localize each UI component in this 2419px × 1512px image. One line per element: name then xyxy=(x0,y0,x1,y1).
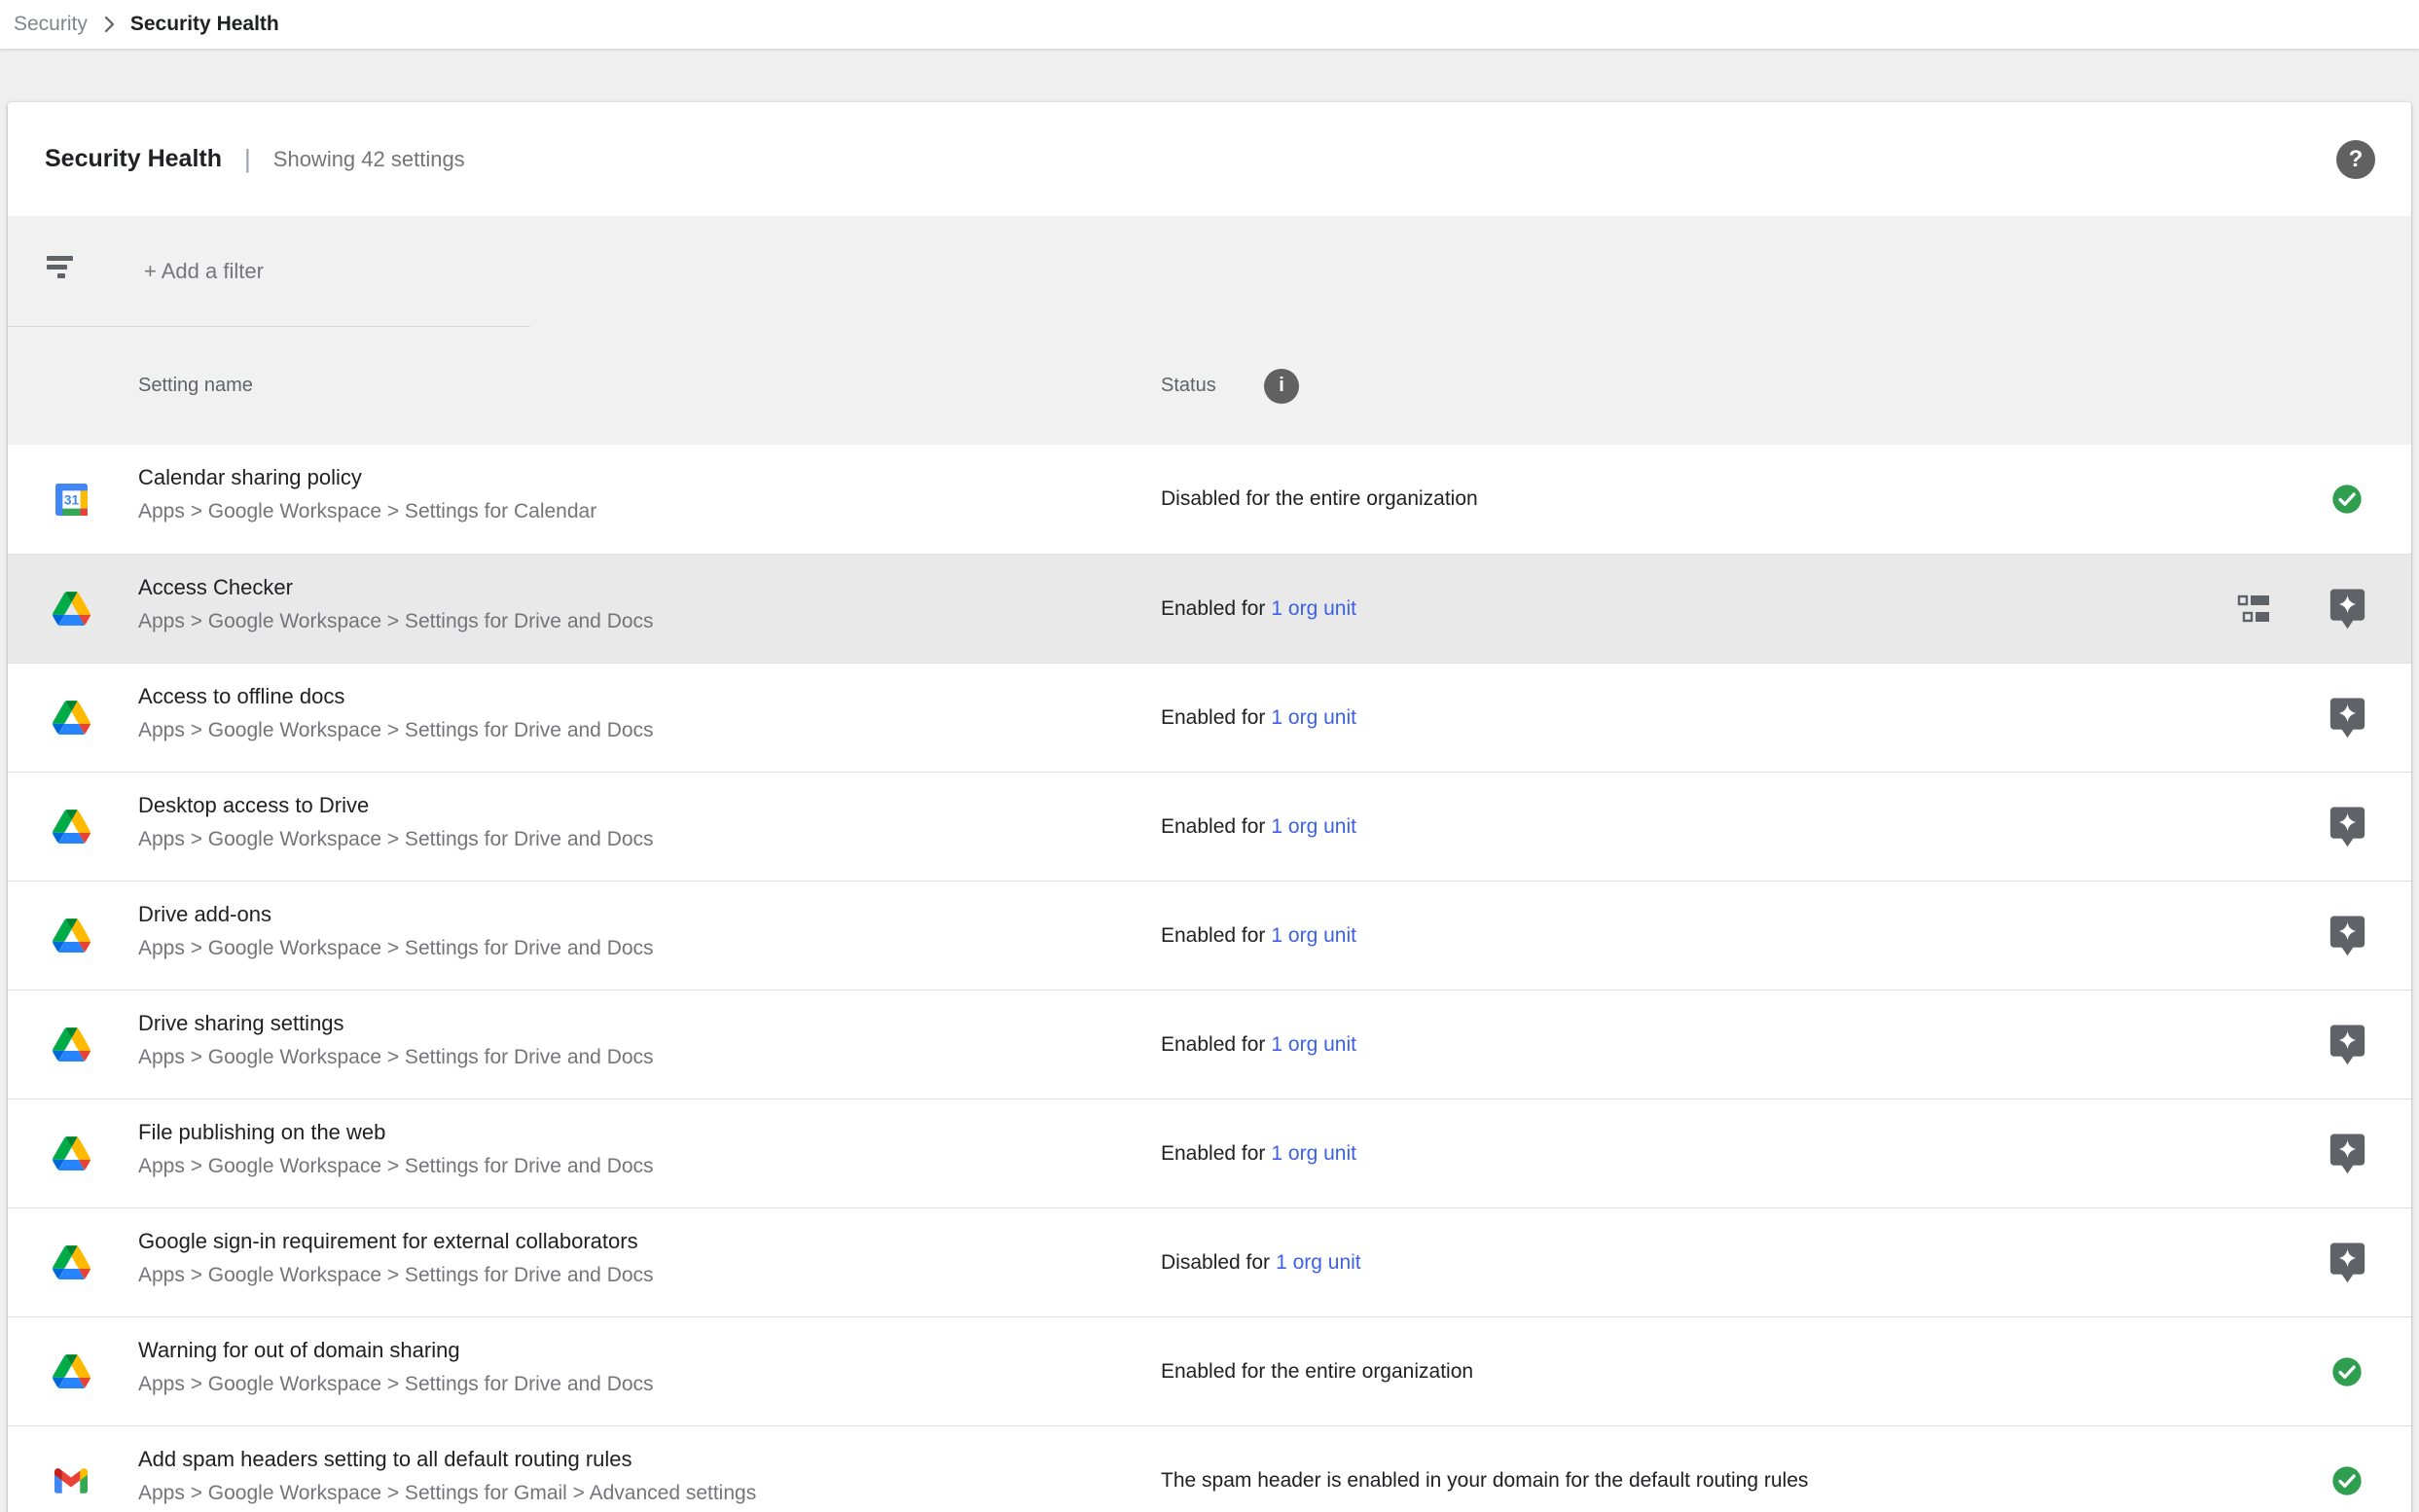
setting-path: Apps > Google Workspace > Settings for D… xyxy=(138,608,654,635)
breadcrumb-current: Security Health xyxy=(130,13,279,36)
status-cell: Enabled for 1 org unit xyxy=(1161,773,1356,881)
table-row[interactable]: 31 Desktop access to Drive Apps > Google… xyxy=(8,772,2411,881)
table-row[interactable]: 31 Warning for out of domain sharing App… xyxy=(8,1316,2411,1425)
google-drive-icon xyxy=(53,1245,90,1279)
setting-name: Access to offline docs xyxy=(138,682,654,711)
status-text: The spam header is enabled in your domai… xyxy=(1161,1469,1808,1493)
org-unit-link[interactable]: 1 org unit xyxy=(1271,706,1356,730)
table-row[interactable]: 31 Google sign-in requirement for extern… xyxy=(8,1207,2411,1316)
column-setting-name: Setting name xyxy=(138,327,253,445)
status-ok-check-icon xyxy=(2331,1465,2363,1496)
status-cell: Enabled for 1 org unit xyxy=(1161,555,1356,663)
settings-table: 31 Calendar sharing policy Apps > Google… xyxy=(8,445,2411,1512)
org-unit-link[interactable]: 1 org unit xyxy=(1271,1033,1356,1057)
google-drive-icon xyxy=(53,1136,90,1170)
recommendation-badge-icon[interactable] xyxy=(2329,915,2365,956)
google-drive-icon xyxy=(53,1027,90,1062)
status-ok-check-icon xyxy=(2331,484,2363,515)
breadcrumb-security-link[interactable]: Security xyxy=(14,13,88,36)
status-cell: Enabled for 1 org unit xyxy=(1161,882,1356,990)
security-health-card: Security Health | Showing 42 settings ? … xyxy=(8,102,2411,1512)
status-ok-check-icon xyxy=(2331,1356,2363,1387)
status-text: Enabled for xyxy=(1161,924,1265,948)
recommendation-badge-icon[interactable] xyxy=(2329,1024,2365,1065)
google-drive-icon xyxy=(53,1354,90,1388)
setting-path: Apps > Google Workspace > Settings for G… xyxy=(138,1480,756,1507)
setting-path: Apps > Google Workspace > Settings for C… xyxy=(138,498,596,525)
table-row[interactable]: 31 Access Checker Apps > Google Workspac… xyxy=(8,554,2411,663)
table-row[interactable]: 31 Drive sharing settings Apps > Google … xyxy=(8,990,2411,1098)
status-cell: Disabled for the entire organization xyxy=(1161,445,1478,554)
setting-name: Drive sharing settings xyxy=(138,1009,654,1038)
org-units-icon xyxy=(2237,594,2270,624)
org-unit-link[interactable]: 1 org unit xyxy=(1271,1142,1356,1166)
setting-name: Add spam headers setting to all default … xyxy=(138,1445,756,1474)
svg-text:31: 31 xyxy=(63,492,79,507)
org-unit-link[interactable]: 1 org unit xyxy=(1271,597,1356,621)
recommendation-badge-icon[interactable] xyxy=(2329,1133,2365,1174)
org-unit-link[interactable]: 1 org unit xyxy=(1271,924,1356,948)
recommendation-badge-icon[interactable] xyxy=(2329,588,2365,630)
status-text: Disabled for xyxy=(1161,1251,1270,1275)
setting-name: Google sign-in requirement for external … xyxy=(138,1227,654,1256)
setting-name: Drive add-ons xyxy=(138,900,654,929)
recommendation-badge-icon[interactable] xyxy=(2329,1242,2365,1283)
setting-path: Apps > Google Workspace > Settings for D… xyxy=(138,1044,654,1071)
status-cell: The spam header is enabled in your domai… xyxy=(1161,1426,1808,1512)
setting-path: Apps > Google Workspace > Settings for D… xyxy=(138,935,654,962)
status-cell: Enabled for 1 org unit xyxy=(1161,664,1356,772)
setting-name: Access Checker xyxy=(138,573,654,602)
add-filter-button[interactable]: + Add a filter xyxy=(144,216,264,327)
setting-name: File publishing on the web xyxy=(138,1118,654,1147)
help-icon[interactable]: ? xyxy=(2336,140,2375,179)
chevron-right-icon xyxy=(102,15,116,34)
column-status: Status xyxy=(1161,327,1216,445)
status-text: Enabled for xyxy=(1161,597,1265,621)
table-row[interactable]: 31 Access to offline docs Apps > Google … xyxy=(8,663,2411,772)
page-title: Security Health xyxy=(45,145,222,173)
google-drive-icon xyxy=(53,701,90,735)
filter-bar: + Add a filter xyxy=(8,216,2411,327)
setting-name: Warning for out of domain sharing xyxy=(138,1336,654,1365)
status-cell: Enabled for 1 org unit xyxy=(1161,990,1356,1098)
setting-path: Apps > Google Workspace > Settings for D… xyxy=(138,1262,654,1289)
google-drive-icon xyxy=(53,810,90,844)
table-row[interactable]: 31 Drive add-ons Apps > Google Workspace… xyxy=(8,881,2411,990)
org-unit-link[interactable]: 1 org unit xyxy=(1271,815,1356,839)
status-cell: Enabled for 1 org unit xyxy=(1161,1099,1356,1207)
status-text: Enabled for xyxy=(1161,1142,1265,1166)
setting-path: Apps > Google Workspace > Settings for D… xyxy=(138,826,654,853)
status-text: Disabled for the entire organization xyxy=(1161,487,1478,511)
breadcrumb: Security Security Health xyxy=(0,0,2419,49)
card-header: Security Health | Showing 42 settings ? xyxy=(8,102,2411,216)
setting-path: Apps > Google Workspace > Settings for D… xyxy=(138,1153,654,1180)
gmail-icon xyxy=(54,1468,88,1494)
settings-count: Showing 42 settings xyxy=(273,147,465,172)
status-cell: Enabled for the entire organization xyxy=(1161,1317,1473,1425)
status-text: Enabled for xyxy=(1161,815,1265,839)
table-header: Setting name Status i xyxy=(8,327,2411,445)
info-icon[interactable]: i xyxy=(1264,369,1299,404)
status-cell: Disabled for 1 org unit xyxy=(1161,1208,1361,1316)
status-text: Enabled for the entire organization xyxy=(1161,1360,1473,1384)
status-text: Enabled for xyxy=(1161,706,1265,730)
table-row[interactable]: 31 Calendar sharing policy Apps > Google… xyxy=(8,445,2411,554)
google-calendar-icon: 31 xyxy=(55,484,88,516)
recommendation-badge-icon[interactable] xyxy=(2329,697,2365,738)
filter-zone: + Add a filter Setting name Status i xyxy=(8,216,2411,445)
org-unit-link[interactable]: 1 org unit xyxy=(1276,1251,1361,1275)
table-row[interactable]: 31 Add spam headers setting to all defau… xyxy=(8,1425,2411,1512)
google-drive-icon xyxy=(53,918,90,953)
google-drive-icon xyxy=(53,592,90,626)
setting-name: Desktop access to Drive xyxy=(138,791,654,820)
table-row[interactable]: 31 File publishing on the web Apps > Goo… xyxy=(8,1098,2411,1207)
setting-path: Apps > Google Workspace > Settings for D… xyxy=(138,1371,654,1398)
title-separator: | xyxy=(244,144,251,174)
status-text: Enabled for xyxy=(1161,1033,1265,1057)
setting-path: Apps > Google Workspace > Settings for D… xyxy=(138,717,654,744)
recommendation-badge-icon[interactable] xyxy=(2329,806,2365,847)
setting-name: Calendar sharing policy xyxy=(138,463,596,492)
filter-icon[interactable] xyxy=(47,256,74,278)
